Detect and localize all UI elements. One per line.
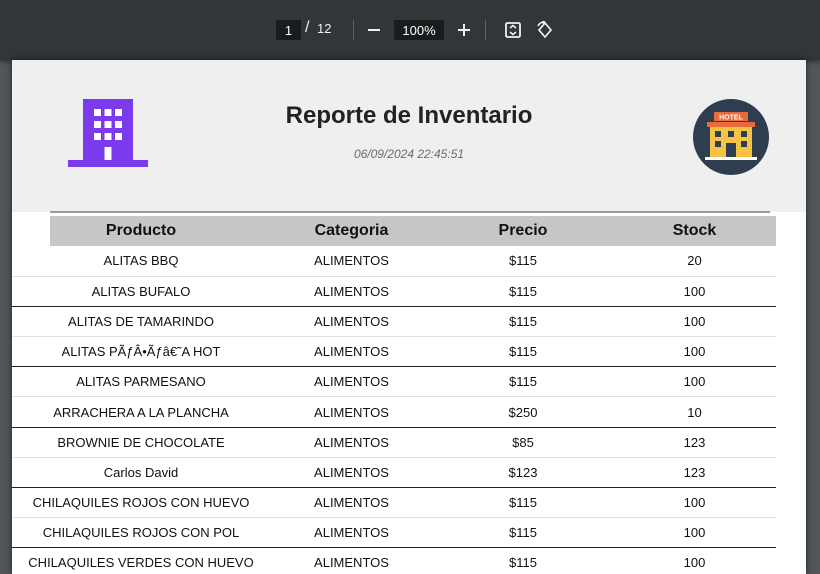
cell-categoria: ALIMENTOS: [270, 457, 433, 489]
table-row: CHILAQUILES ROJOS CON POL ALIMENTOS $115…: [12, 517, 776, 549]
zoom-in-button[interactable]: [452, 18, 476, 42]
header-divider: [50, 211, 770, 213]
cell-producto: CHILAQUILES ROJOS CON HUEVO: [12, 487, 270, 519]
column-header-producto: Producto: [12, 216, 270, 246]
pdf-toolbar: 1 / 12 100%: [0, 0, 820, 60]
table-row: CHILAQUILES ROJOS CON HUEVO ALIMENTOS $1…: [12, 487, 776, 519]
cell-stock: 100: [613, 276, 776, 307]
current-page-input[interactable]: 1: [276, 20, 301, 40]
table-row: CHILAQUILES VERDES CON HUEVO ALIMENTOS $…: [12, 547, 776, 574]
cell-categoria: ALIMENTOS: [270, 336, 433, 368]
zoom-level-input[interactable]: 100%: [394, 20, 444, 40]
cell-precio: $123: [433, 457, 613, 489]
cell-categoria: ALIMENTOS: [270, 366, 433, 398]
cell-precio: $115: [433, 487, 613, 519]
cell-stock: 100: [613, 487, 776, 519]
cell-precio: $115: [433, 336, 613, 368]
total-pages: 12: [317, 21, 332, 36]
cell-precio: $250: [433, 396, 613, 428]
cell-producto: BROWNIE DE CHOCOLATE: [12, 427, 270, 458]
cell-producto: CHILAQUILES ROJOS CON POL: [12, 517, 270, 549]
cell-producto: ARRACHERA A LA PLANCHA: [12, 396, 270, 428]
report-datetime: 06/09/2024 22:45:51: [353, 147, 465, 161]
zoom-out-button[interactable]: [362, 18, 386, 42]
cell-producto: ALITAS DE TAMARINDO: [12, 306, 270, 338]
toolbar-divider: [485, 20, 486, 40]
cell-precio: $115: [433, 547, 613, 574]
cell-producto: ALITAS BBQ: [12, 246, 270, 277]
cell-stock: 100: [613, 547, 776, 574]
cell-stock: 10: [613, 396, 776, 428]
cell-categoria: ALIMENTOS: [270, 276, 433, 307]
table-header-row: Producto Categoria Precio Stock: [12, 216, 776, 246]
minus-icon: [368, 29, 380, 31]
cell-stock: 100: [613, 336, 776, 368]
table-row: ALITAS PÃƒÂ•Ãƒâ€˜A HOT ALIMENTOS $115 10…: [12, 336, 776, 368]
rotate-button[interactable]: [533, 18, 557, 42]
cell-producto: CHILAQUILES VERDES CON HUEVO: [12, 547, 270, 574]
cell-precio: $115: [433, 517, 613, 549]
cell-producto: ALITAS PÃƒÂ•Ãƒâ€˜A HOT: [12, 336, 270, 368]
column-header-precio: Precio: [433, 216, 613, 246]
cell-precio: $115: [433, 306, 613, 338]
hotel-icon: HOTEL: [693, 99, 769, 175]
cell-categoria: ALIMENTOS: [270, 487, 433, 519]
report-title: Reporte de Inventario: [285, 102, 533, 129]
cell-stock: 100: [613, 366, 776, 398]
cell-producto: ALITAS BUFALO: [12, 276, 270, 307]
table-row: Carlos David ALIMENTOS $123 123: [12, 457, 776, 489]
cell-categoria: ALIMENTOS: [270, 427, 433, 458]
cell-categoria: ALIMENTOS: [270, 306, 433, 338]
page-separator: /: [305, 19, 310, 36]
cell-categoria: ALIMENTOS: [270, 517, 433, 549]
cell-precio: $115: [433, 366, 613, 398]
cell-stock: 100: [613, 306, 776, 338]
table-row: ALITAS BUFALO ALIMENTOS $115 100: [12, 276, 776, 307]
cell-stock: 123: [613, 427, 776, 458]
toolbar-divider: [353, 20, 354, 40]
cell-stock: 20: [613, 246, 776, 277]
pdf-page: Reporte de Inventario 06/09/2024 22:45:5…: [12, 60, 806, 574]
table-row: BROWNIE DE CHOCOLATE ALIMENTOS $85 123: [12, 427, 776, 458]
table-row: ARRACHERA A LA PLANCHA ALIMENTOS $250 10: [12, 396, 776, 428]
fit-page-button[interactable]: [501, 18, 525, 42]
cell-precio: $85: [433, 427, 613, 458]
column-header-stock: Stock: [613, 216, 776, 246]
table-row: ALITAS BBQ ALIMENTOS $115 20: [12, 246, 776, 277]
cell-precio: $115: [433, 276, 613, 307]
cell-producto: ALITAS PARMESANO: [12, 366, 270, 398]
table-row: ALITAS PARMESANO ALIMENTOS $115 100: [12, 366, 776, 398]
cell-categoria: ALIMENTOS: [270, 246, 433, 277]
rotate-icon: [537, 21, 553, 39]
cell-precio: $115: [433, 246, 613, 277]
fit-page-icon: [505, 22, 521, 38]
cell-producto: Carlos David: [12, 457, 270, 489]
inventory-table: Producto Categoria Precio Stock ALITAS B…: [12, 216, 776, 574]
plus-icon: [458, 24, 470, 36]
cell-categoria: ALIMENTOS: [270, 396, 433, 428]
cell-stock: 123: [613, 457, 776, 489]
cell-stock: 100: [613, 517, 776, 549]
table-row: ALITAS DE TAMARINDO ALIMENTOS $115 100: [12, 306, 776, 338]
column-header-categoria: Categoria: [270, 216, 433, 246]
hotel-sign-text: HOTEL: [719, 115, 743, 122]
cell-categoria: ALIMENTOS: [270, 547, 433, 574]
